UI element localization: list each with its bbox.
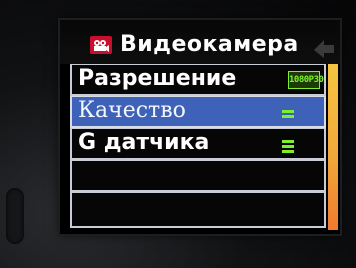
settings-menu: Разрешение 1080P30 Качество G датчика bbox=[70, 64, 326, 230]
device-button[interactable] bbox=[6, 188, 24, 244]
camcorder-icon bbox=[90, 36, 112, 54]
scrollbar-thumb[interactable] bbox=[328, 64, 338, 230]
menu-item-g-sensor[interactable]: G датчика bbox=[70, 128, 326, 160]
scrollbar[interactable] bbox=[328, 64, 338, 230]
menu-item-label: Разрешение bbox=[78, 66, 237, 91]
page-title: Видеокамера bbox=[120, 32, 299, 57]
quality-bars-icon bbox=[282, 106, 294, 122]
title-bar: Видеокамера bbox=[60, 20, 340, 64]
menu-item-resolution[interactable]: Разрешение 1080P30 bbox=[70, 64, 326, 96]
menu-item-quality[interactable]: Качество bbox=[70, 96, 326, 128]
menu-item-empty[interactable] bbox=[70, 192, 326, 228]
sensitivity-bars-icon bbox=[282, 138, 294, 154]
return-arrow-icon[interactable] bbox=[312, 40, 336, 58]
menu-item-label: Качество bbox=[78, 98, 186, 123]
resolution-badge-icon: 1080P30 bbox=[288, 71, 324, 89]
menu-item-label: G датчика bbox=[78, 130, 210, 155]
dashcam-device: Видеокамера Разрешение 1080P30 Качество bbox=[0, 0, 356, 268]
menu-item-empty[interactable] bbox=[70, 160, 326, 192]
camera-screen: Видеокамера Разрешение 1080P30 Качество bbox=[60, 20, 340, 234]
